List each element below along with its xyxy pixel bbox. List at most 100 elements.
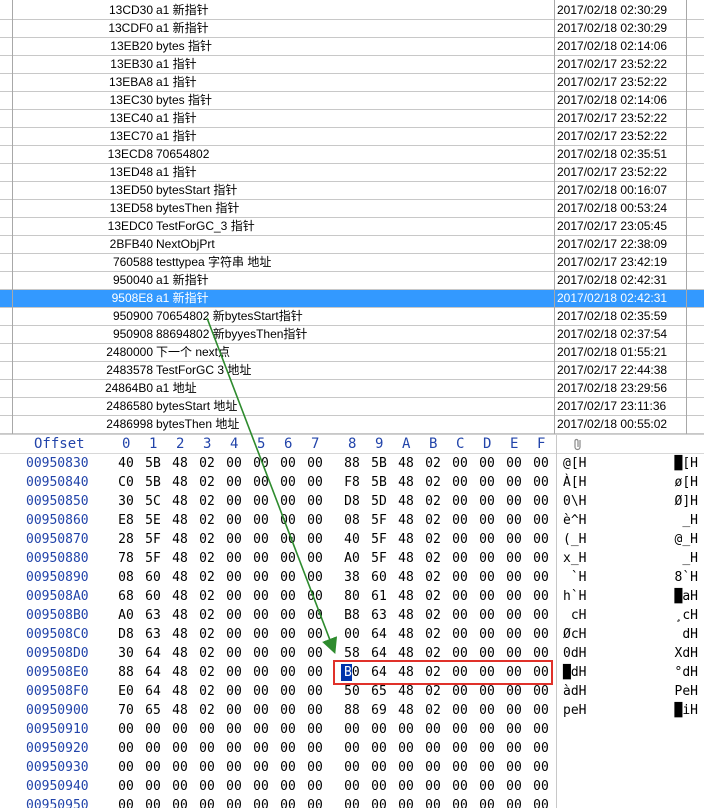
hex-byte[interactable]: 02: [196, 626, 218, 643]
hex-byte[interactable]: 80: [341, 588, 363, 605]
hex-byte[interactable]: 00: [223, 778, 245, 795]
hex-byte[interactable]: 00: [530, 778, 552, 795]
hex-byte[interactable]: 00: [530, 588, 552, 605]
hex-byte[interactable]: 00: [503, 455, 525, 472]
hex-byte[interactable]: 63: [142, 626, 164, 643]
hex-byte[interactable]: 00: [503, 474, 525, 491]
hex-byte[interactable]: 00: [115, 740, 137, 757]
hex-byte[interactable]: 00: [449, 740, 471, 757]
hex-byte[interactable]: 00: [368, 759, 390, 776]
hex-byte[interactable]: 00: [503, 569, 525, 586]
hex-byte[interactable]: 00: [169, 797, 191, 808]
hex-byte[interactable]: 00: [304, 607, 326, 624]
hex-byte[interactable]: 02: [196, 569, 218, 586]
hex-byte[interactable]: 28: [115, 531, 137, 548]
list-row[interactable]: 13CD30 a1 新指针 2017/02/18 02:30:29: [0, 2, 704, 20]
list-row[interactable]: 2480000 下一个 next点 2017/02/18 01:55:21: [0, 344, 704, 362]
list-row[interactable]: 950040 a1 新指针 2017/02/18 02:42:31: [0, 272, 704, 290]
list-row[interactable]: 13EC40 a1 指针 2017/02/17 23:52:22: [0, 110, 704, 128]
list-row[interactable]: 13ED58 bytesThen 指针 2017/02/18 00:53:24: [0, 200, 704, 218]
hex-byte[interactable]: 02: [196, 493, 218, 510]
hex-byte[interactable]: 00: [395, 778, 417, 795]
list-row[interactable]: 13EC30 bytes 指针 2017/02/18 02:14:06: [0, 92, 704, 110]
hex-byte[interactable]: 00: [341, 740, 363, 757]
hex-byte[interactable]: 00: [304, 626, 326, 643]
hex-byte[interactable]: 02: [196, 550, 218, 567]
hex-byte[interactable]: 00: [304, 512, 326, 529]
hex-byte[interactable]: 00: [277, 626, 299, 643]
hex-byte[interactable]: 00: [449, 759, 471, 776]
hex-byte[interactable]: 00: [476, 569, 498, 586]
hex-byte[interactable]: 5B: [142, 455, 164, 472]
hex-byte[interactable]: 00: [449, 550, 471, 567]
hex-byte[interactable]: 00: [304, 683, 326, 700]
hex-byte[interactable]: 60: [142, 569, 164, 586]
hex-byte[interactable]: 00: [304, 455, 326, 472]
hex-byte[interactable]: 00: [395, 740, 417, 757]
hex-byte[interactable]: 00: [449, 607, 471, 624]
hex-byte[interactable]: 00: [476, 778, 498, 795]
hex-byte[interactable]: 00: [449, 721, 471, 738]
hex-byte[interactable]: 00: [250, 588, 272, 605]
hex-byte[interactable]: 00: [449, 569, 471, 586]
hex-byte[interactable]: 02: [422, 683, 444, 700]
hex-byte[interactable]: 02: [196, 588, 218, 605]
hex-byte[interactable]: B8: [341, 607, 363, 624]
hex-byte[interactable]: 48: [169, 455, 191, 472]
hex-byte[interactable]: 48: [395, 550, 417, 567]
hex-byte[interactable]: 02: [422, 493, 444, 510]
hex-byte[interactable]: 00: [196, 759, 218, 776]
hex-byte[interactable]: 48: [395, 531, 417, 548]
hex-byte[interactable]: A0: [115, 607, 137, 624]
hex-byte[interactable]: 00: [304, 759, 326, 776]
hex-byte[interactable]: 00: [277, 797, 299, 808]
hex-byte[interactable]: 00: [250, 493, 272, 510]
hex-byte[interactable]: 00: [277, 664, 299, 681]
hex-byte[interactable]: 00: [250, 569, 272, 586]
hex-byte[interactable]: 00: [449, 683, 471, 700]
hex-byte[interactable]: 00: [530, 531, 552, 548]
hex-byte[interactable]: 5F: [142, 550, 164, 567]
hex-byte[interactable]: 48: [169, 493, 191, 510]
list-row[interactable]: 13EBA8 a1 指针 2017/02/17 23:52:22: [0, 74, 704, 92]
hex-byte[interactable]: 00: [304, 797, 326, 808]
hex-byte[interactable]: 00: [476, 626, 498, 643]
hex-byte[interactable]: 00: [277, 778, 299, 795]
hex-byte[interactable]: 00: [115, 797, 137, 808]
hex-byte[interactable]: 40: [115, 455, 137, 472]
list-row[interactable]: 760588 testtypea 字符串 地址 2017/02/17 23:42:1…: [0, 254, 704, 272]
hex-byte[interactable]: 70: [115, 702, 137, 719]
hex-byte[interactable]: 40: [341, 531, 363, 548]
hex-byte[interactable]: 00: [250, 626, 272, 643]
hex-byte[interactable]: 63: [368, 607, 390, 624]
hex-byte[interactable]: E0: [115, 683, 137, 700]
hex-byte[interactable]: 48: [169, 683, 191, 700]
hex-byte[interactable]: 00: [341, 797, 363, 808]
hex-byte[interactable]: 48: [169, 702, 191, 719]
hex-byte[interactable]: 48: [169, 588, 191, 605]
hex-byte[interactable]: 00: [503, 531, 525, 548]
hex-byte[interactable]: 88: [341, 455, 363, 472]
hex-byte[interactable]: 00: [476, 512, 498, 529]
hex-byte[interactable]: 5D: [368, 493, 390, 510]
hex-byte[interactable]: 00: [277, 512, 299, 529]
hex-byte[interactable]: 00: [169, 721, 191, 738]
hex-byte[interactable]: 00: [223, 512, 245, 529]
hex-byte[interactable]: 48: [395, 626, 417, 643]
hex-byte[interactable]: 00: [250, 607, 272, 624]
hex-byte[interactable]: 00: [476, 531, 498, 548]
hex-byte[interactable]: 00: [449, 493, 471, 510]
hex-byte[interactable]: 64: [142, 664, 164, 681]
hex-byte[interactable]: 00: [368, 721, 390, 738]
hex-byte[interactable]: 48: [395, 569, 417, 586]
list-row[interactable]: 2BFB40 NextObjPrt 2017/02/17 22:38:09: [0, 236, 704, 254]
hex-byte[interactable]: 00: [530, 683, 552, 700]
hex-byte[interactable]: 00: [223, 645, 245, 662]
hex-byte[interactable]: 00: [277, 759, 299, 776]
hex-byte[interactable]: 00: [304, 721, 326, 738]
hex-byte[interactable]: 00: [530, 550, 552, 567]
hex-byte[interactable]: 48: [395, 683, 417, 700]
hex-byte[interactable]: 00: [277, 702, 299, 719]
hex-byte[interactable]: 48: [395, 607, 417, 624]
hex-byte[interactable]: 00: [530, 474, 552, 491]
